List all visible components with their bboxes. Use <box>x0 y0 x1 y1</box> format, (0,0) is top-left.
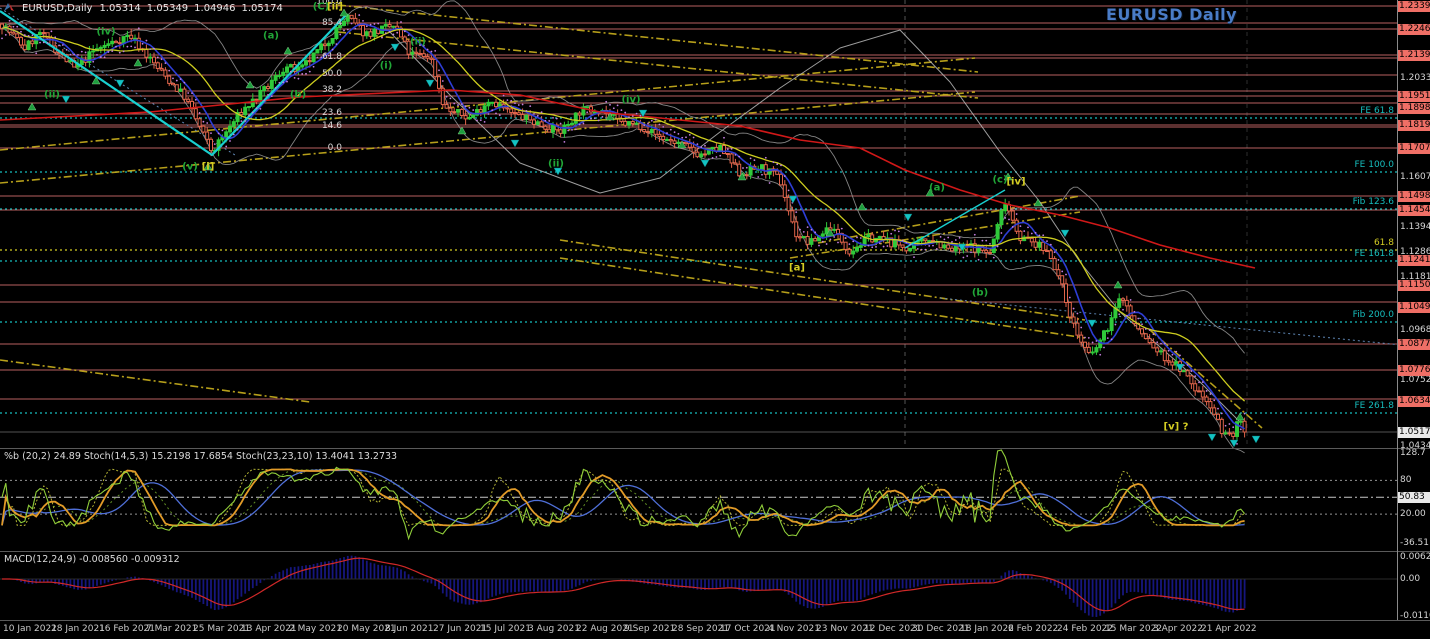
fib-extension-label: FE 161.8 <box>1290 249 1394 259</box>
price-level-tag: 1.10499 <box>1398 302 1430 313</box>
date-label: 18 Jan 2022 <box>960 624 1014 634</box>
date-label: 4 Nov 2021 <box>768 624 820 634</box>
ohlc-high: 1.05349 <box>147 3 188 14</box>
wave-label: [a] <box>789 263 805 274</box>
macd-pane-layer <box>0 556 1397 617</box>
fib-retracement-label: 0.0 <box>298 143 342 153</box>
price-level-tag: 1.19510 <box>1398 91 1430 102</box>
fib-retracement-label: 61.8 <box>298 52 342 62</box>
price-level-tag: 1.14541 <box>1398 205 1430 216</box>
price-level-tag: 1.18982 <box>1398 103 1430 114</box>
bb-axis-tick: 20.00 <box>1400 509 1426 519</box>
bollinger-band-layer <box>2 1 1245 453</box>
watermark-title: EURUSD Daily <box>1106 5 1237 24</box>
bb-indicator-header: %b (20,2) 24.89 Stoch(14,5,3) 15.2198 17… <box>4 451 397 462</box>
wave-label: (iv) <box>96 27 115 38</box>
date-label: 3 Aug 2021 <box>528 624 580 634</box>
fib-retracement-label: 50.0 <box>298 69 342 79</box>
price-level-tag: 1.21393 <box>1398 50 1430 61</box>
bb-current-tag: 50.83 <box>1398 492 1430 503</box>
level-lines-layer <box>0 0 1397 447</box>
date-label: 28 Jan 2021 <box>51 624 105 634</box>
price-level-tag: 1.12416 <box>1398 255 1430 266</box>
price-level-tag: 1.07765 <box>1398 365 1430 376</box>
bb-axis-tick: -36.51 <box>1400 538 1429 548</box>
symbol-icon <box>3 2 15 15</box>
fib-retracement-label: 14.6 <box>298 121 342 131</box>
wave-label: (v) <box>182 162 198 173</box>
date-label: 21 Apr 2022 <box>1201 624 1257 634</box>
ohlc-open: 1.05314 <box>99 3 140 14</box>
date-label: 6 Feb 2022 <box>1008 624 1058 634</box>
price-axis-tick: 1.09680 <box>1400 325 1430 335</box>
bb-axis-tick: 128.7 <box>1400 448 1426 458</box>
wave-label: [iv] <box>1006 177 1025 188</box>
wave-label: [v] ? <box>1164 422 1189 433</box>
price-level-tag: 1.14983 <box>1398 191 1430 202</box>
wave-label: (iv) <box>621 95 640 106</box>
wave-label: (ii) <box>44 90 60 101</box>
price-axis-tick: 1.13940 <box>1400 222 1430 232</box>
fib-extension-label: 61.8 <box>1290 238 1394 248</box>
wave-label: (i) <box>380 61 393 72</box>
date-label: 9 Sep 2021 <box>624 624 675 634</box>
macd-axis-tick: 0.006215 <box>1400 552 1430 562</box>
wave-label: (ii) <box>410 37 426 48</box>
ohlc-low: 1.04946 <box>194 3 235 14</box>
fib-extension-label: FE 100.0 <box>1290 160 1394 170</box>
fib-retracement-label: 23.6 <box>298 108 342 118</box>
chart-canvas[interactable] <box>0 0 1430 639</box>
price-level-tag: 1.17071 <box>1398 143 1430 154</box>
date-label: 8 Jun 2021 <box>385 624 433 634</box>
fib-retracement-label: 85.4 <box>298 18 342 28</box>
date-label: 15 Jul 2021 <box>480 624 531 634</box>
wave-label: (a) <box>263 31 279 42</box>
price-axis-tick: 1.20330 <box>1400 73 1430 83</box>
wave-label: (b) <box>972 288 988 299</box>
wave-label: (ii) <box>548 159 564 170</box>
wave-label: [ii] <box>327 2 343 13</box>
projection-curves-layer <box>388 30 1240 422</box>
price-axis-tick: 1.07520 <box>1400 375 1430 385</box>
price-level-tag: 1.22460 <box>1398 24 1430 35</box>
wave-label: (b) <box>290 90 306 101</box>
chart-header: EURUSD,Daily 1.05314 1.05349 1.04946 1.0… <box>3 2 283 15</box>
macd-axis-tick: 0.00 <box>1400 574 1420 584</box>
candles-layer <box>1 13 1247 440</box>
macd-axis-tick: -0.011038 <box>1400 611 1430 621</box>
fib-extension-label: FE 61.8 <box>1290 106 1394 116</box>
ohlc-close: 1.05174 <box>242 3 283 14</box>
date-label: 3 Apr 2022 <box>1153 624 1203 634</box>
price-level-tag: 1.11506 <box>1398 280 1430 291</box>
price-level-tag: 1.06348 <box>1398 396 1430 407</box>
current-price-tag: 1.05174 <box>1398 427 1430 438</box>
fib-extension-label: Fib 200.0 <box>1290 310 1394 320</box>
wave-label: (c) <box>992 175 1007 186</box>
moving-averages-layer <box>0 24 1255 429</box>
wave-label: (a) <box>929 183 945 194</box>
chart-window: EURUSD,Daily 1.05314 1.05349 1.04946 1.0… <box>0 0 1430 639</box>
fib-extension-label: Fib 123.6 <box>1290 197 1394 207</box>
date-label: 10 Jan 2021 <box>3 624 57 634</box>
price-level-tag: 1.08770 <box>1398 339 1430 350</box>
macd-indicator-header: MACD(12,24,9) -0.008560 -0.009312 <box>4 554 180 565</box>
channel-lines-layer <box>0 5 1430 428</box>
bb-axis-tick: 80 <box>1400 475 1411 485</box>
price-level-tag: 1.23390 <box>1398 1 1430 12</box>
wave-label: [i] <box>202 162 215 173</box>
price-axis-tick: 1.16070 <box>1400 172 1430 182</box>
symbol-period-label: EURUSD,Daily <box>22 3 92 14</box>
fib-extension-label: FE 261.8 <box>1290 401 1394 411</box>
bb-pane-layer <box>0 450 1397 539</box>
date-label: 2 May 2021 <box>289 624 342 634</box>
price-level-tag: 1.18196 <box>1398 120 1430 131</box>
date-label: 7 Mar 2021 <box>146 624 197 634</box>
